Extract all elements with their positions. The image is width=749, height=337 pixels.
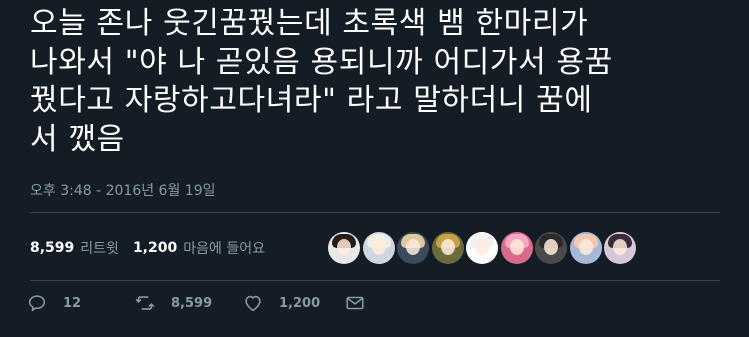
tweet-text-line: 꿨다고 자랑하고다녀라" 라고 말하더니 꿈에: [30, 83, 593, 118]
retweet-icon: [135, 296, 155, 310]
liker-avatar[interactable]: [569, 232, 602, 264]
like-count: 1,200: [279, 295, 321, 311]
tweet-text-line: 서 깼음: [30, 121, 125, 157]
liker-avatar[interactable]: [535, 232, 567, 264]
retweet-count: 8,599: [171, 295, 213, 311]
liker-avatars: [328, 232, 639, 264]
like-button[interactable]: 1,200: [242, 292, 344, 314]
avatar-face: [440, 239, 455, 255]
avatar-face: [371, 239, 386, 255]
liker-avatar[interactable]: [397, 232, 429, 264]
avatar-face: [337, 239, 351, 255]
retweets-count: 8,599: [30, 240, 75, 256]
liker-avatar[interactable]: [604, 232, 636, 264]
tweet-text-line: 나와서 "야 나 곧있음 용되니까 어디가서 용꿈: [30, 44, 613, 80]
divider: [30, 212, 720, 213]
direct-message-button[interactable]: [344, 292, 366, 314]
like-icon: [245, 295, 261, 312]
reply-count: 12: [63, 295, 82, 311]
tweet-text: 오늘 존나 웃긴꿈꿨는데 초록색 뱀 한마리가 나와서 "야 나 곧있음 용되니…: [30, 5, 730, 159]
divider: [30, 280, 720, 281]
retweet-button[interactable]: 8,599: [134, 292, 242, 314]
avatar-face: [509, 239, 524, 255]
reply-icon: [28, 295, 46, 312]
direct-message-icon: [346, 296, 364, 310]
likes-label: 마음에 들어요: [183, 241, 265, 257]
reply-button[interactable]: 12: [26, 292, 134, 314]
liker-avatar[interactable]: [362, 232, 395, 264]
avatar-face: [406, 239, 420, 255]
likes-count: 1,200: [132, 240, 178, 256]
avatar-face: [475, 239, 489, 255]
avatar-face: [578, 239, 593, 255]
avatar-face: [544, 239, 558, 255]
liker-avatar[interactable]: [431, 232, 464, 264]
retweets-stat[interactable]: 8,599 리트윗: [30, 238, 119, 258]
liker-avatar[interactable]: [466, 232, 498, 264]
tweet-detail: 오늘 존나 웃긴꿈꿨는데 초록색 뱀 한마리가 나와서 "야 나 곧있음 용되니…: [0, 0, 749, 337]
likes-stat[interactable]: 1,200 마음에 들어요: [133, 238, 265, 258]
liker-avatar[interactable]: [328, 232, 360, 264]
tweet-stats: 8,599 리트윗 1,200 마음에 들어요: [30, 236, 279, 260]
avatar-face: [613, 239, 627, 255]
retweets-label: 리트윗: [80, 241, 119, 257]
tweet-text-line: 오늘 존나 웃긴꿈꿨는데 초록색 뱀 한마리가: [30, 6, 589, 41]
tweet-timestamp[interactable]: 오후 3:48 - 2016년 6월 19일: [30, 180, 216, 200]
liker-avatar[interactable]: [500, 232, 533, 264]
tweet-actions: 12 8,599 1,200: [26, 292, 366, 314]
